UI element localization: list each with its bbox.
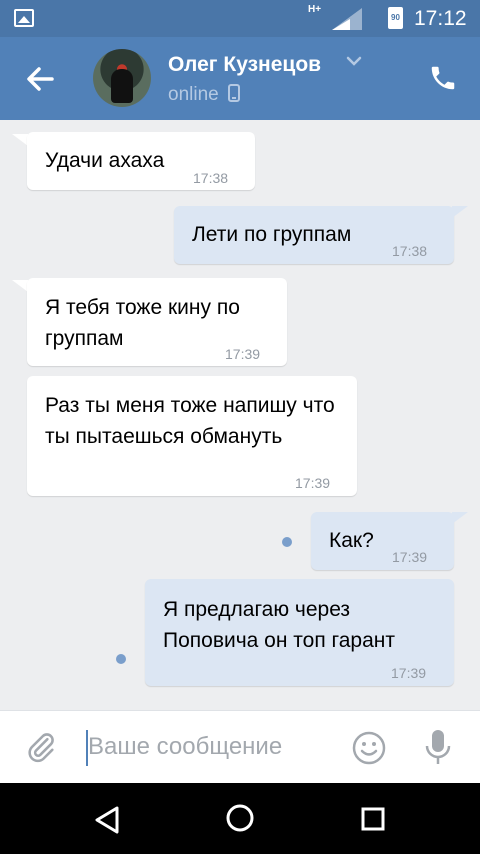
bubble-tail (452, 206, 468, 218)
bubble-tail (452, 512, 468, 524)
unread-indicator (282, 537, 292, 547)
message-bubble-outgoing[interactable]: Лети по группам 17:38 (174, 206, 454, 264)
contact-name[interactable]: Олег Кузнецов (168, 53, 321, 77)
emoji-icon[interactable] (352, 731, 386, 765)
avatar[interactable] (93, 49, 151, 107)
message-composer (0, 710, 480, 783)
chevron-down-icon[interactable] (345, 55, 363, 67)
message-text: Лети по группам (192, 223, 352, 246)
system-navigation-bar (0, 783, 480, 854)
message-bubble-incoming[interactable]: Раз ты меня тоже напишу что ты пытаешься… (27, 376, 357, 496)
microphone-icon[interactable] (424, 728, 452, 766)
status-time: 17:12 (414, 7, 467, 30)
message-bubble-incoming[interactable]: Удачи ахаха 17:38 (27, 132, 255, 190)
message-list[interactable]: Удачи ахаха 17:38 Лети по группам 17:38 … (0, 120, 480, 710)
status-bar: H+ 90 17:12 (0, 0, 480, 37)
phone-icon[interactable] (428, 63, 458, 93)
avatar-figure (111, 69, 133, 103)
message-text: Как? (329, 529, 374, 552)
contact-status: online (168, 84, 240, 106)
message-bubble-outgoing[interactable]: Как? 17:39 (311, 512, 454, 570)
message-time: 17:39 (391, 665, 427, 681)
image-notification-icon (14, 9, 34, 27)
message-time: 17:39 (225, 346, 261, 362)
back-arrow-icon[interactable] (20, 59, 60, 99)
message-input[interactable] (88, 727, 328, 767)
message-text: Удачи ахаха (45, 149, 165, 172)
chat-header: Олег Кузнецов online (0, 37, 480, 120)
message-time: 17:39 (295, 475, 331, 491)
paperclip-icon[interactable] (24, 729, 58, 765)
message-bubble-incoming[interactable]: Я тебя тоже кину по группам 17:39 (27, 278, 287, 366)
message-bubble-outgoing[interactable]: Я предлагаю через Поповича он топ гарант… (145, 579, 454, 686)
mobile-icon (228, 84, 240, 102)
nav-back-icon[interactable] (93, 805, 121, 835)
bubble-tail (12, 280, 28, 292)
message-text: Раз ты меня тоже напишу что ты пытаешься… (45, 394, 335, 448)
bubble-tail (12, 134, 28, 146)
unread-indicator (116, 654, 126, 664)
battery-icon: 90 (388, 7, 403, 29)
status-text: online (168, 84, 219, 105)
message-time: 17:38 (392, 243, 428, 259)
nav-home-icon[interactable] (225, 803, 255, 833)
nav-recent-apps-icon[interactable] (361, 807, 385, 831)
message-time: 17:39 (392, 549, 428, 565)
signal-icon (332, 8, 362, 30)
message-time: 17:38 (193, 170, 229, 186)
network-type: H+ (308, 4, 322, 15)
message-text: Я предлагаю через Поповича он топ гарант (163, 598, 395, 652)
